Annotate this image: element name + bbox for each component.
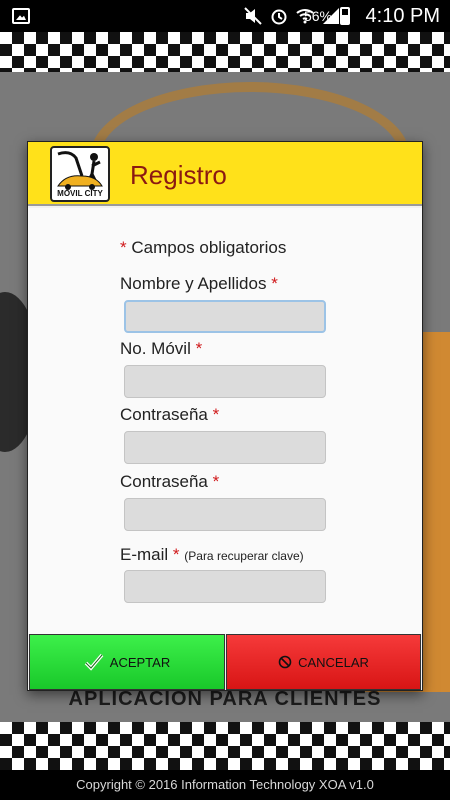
name-input[interactable] bbox=[124, 300, 326, 333]
email-hint: (Para recuperar clave) bbox=[184, 549, 304, 563]
mute-icon bbox=[244, 7, 262, 25]
checkered-band-top bbox=[0, 32, 450, 72]
password-input[interactable] bbox=[124, 431, 326, 464]
required-star: * bbox=[212, 472, 220, 491]
footer-copyright: Copyright © 2016 Information Technology … bbox=[0, 770, 450, 800]
password-confirm-label: Contraseña * bbox=[120, 472, 219, 492]
app-tagline: APLICACIÓN PARA CLIENTES bbox=[68, 688, 382, 710]
clock: 4:10 PM bbox=[365, 5, 440, 27]
dialog-title: Registro bbox=[130, 160, 227, 190]
password-confirm-input[interactable] bbox=[124, 498, 326, 531]
required-star: * bbox=[271, 274, 278, 293]
logo-text: MÓVIL CITY bbox=[57, 189, 103, 198]
required-star: * bbox=[195, 339, 203, 358]
image-icon bbox=[12, 8, 30, 24]
battery-icon bbox=[340, 7, 350, 25]
password-label: Contraseña * bbox=[120, 405, 219, 425]
name-label-text: Nombre y Apellidos bbox=[120, 274, 267, 293]
register-dialog: MÓVIL CITY Registro * Campos obligatorio… bbox=[27, 141, 423, 691]
email-label-text: E-mail bbox=[120, 545, 169, 564]
checkered-band-bottom bbox=[0, 722, 450, 770]
cancel-icon bbox=[278, 655, 292, 669]
status-bar: 56% 4:10 PM bbox=[0, 0, 450, 32]
required-note: * Campos obligatorios bbox=[120, 238, 286, 258]
accept-label: ACEPTAR bbox=[109, 654, 171, 670]
app-logo: MÓVIL CITY bbox=[50, 146, 110, 202]
name-label: Nombre y Apellidos * bbox=[120, 274, 278, 294]
dialog-header: MÓVIL CITY Registro bbox=[28, 142, 422, 206]
cancel-label: CANCELAR bbox=[298, 654, 369, 670]
password-confirm-label-text: Contraseña bbox=[120, 472, 208, 491]
battery-percent: 56% bbox=[303, 8, 332, 24]
alarm-icon bbox=[271, 9, 287, 25]
accept-button[interactable]: ACEPTAR bbox=[29, 634, 225, 690]
email-label: E-mail * (Para recuperar clave) bbox=[120, 545, 304, 565]
password-label-text: Contraseña bbox=[120, 405, 208, 424]
email-input[interactable] bbox=[124, 570, 326, 603]
required-star: * bbox=[120, 238, 127, 257]
required-star: * bbox=[212, 405, 220, 424]
required-note-text: Campos obligatorios bbox=[131, 238, 287, 257]
cancel-button[interactable]: CANCELAR bbox=[226, 634, 421, 690]
mobile-label: No. Móvil * bbox=[120, 339, 202, 359]
checkmark-icon bbox=[84, 653, 104, 671]
mobile-input[interactable] bbox=[124, 365, 326, 398]
mobile-label-text: No. Móvil bbox=[120, 339, 191, 358]
registration-form: * Campos obligatorios Nombre y Apellidos… bbox=[28, 208, 422, 634]
required-star: * bbox=[172, 545, 180, 564]
